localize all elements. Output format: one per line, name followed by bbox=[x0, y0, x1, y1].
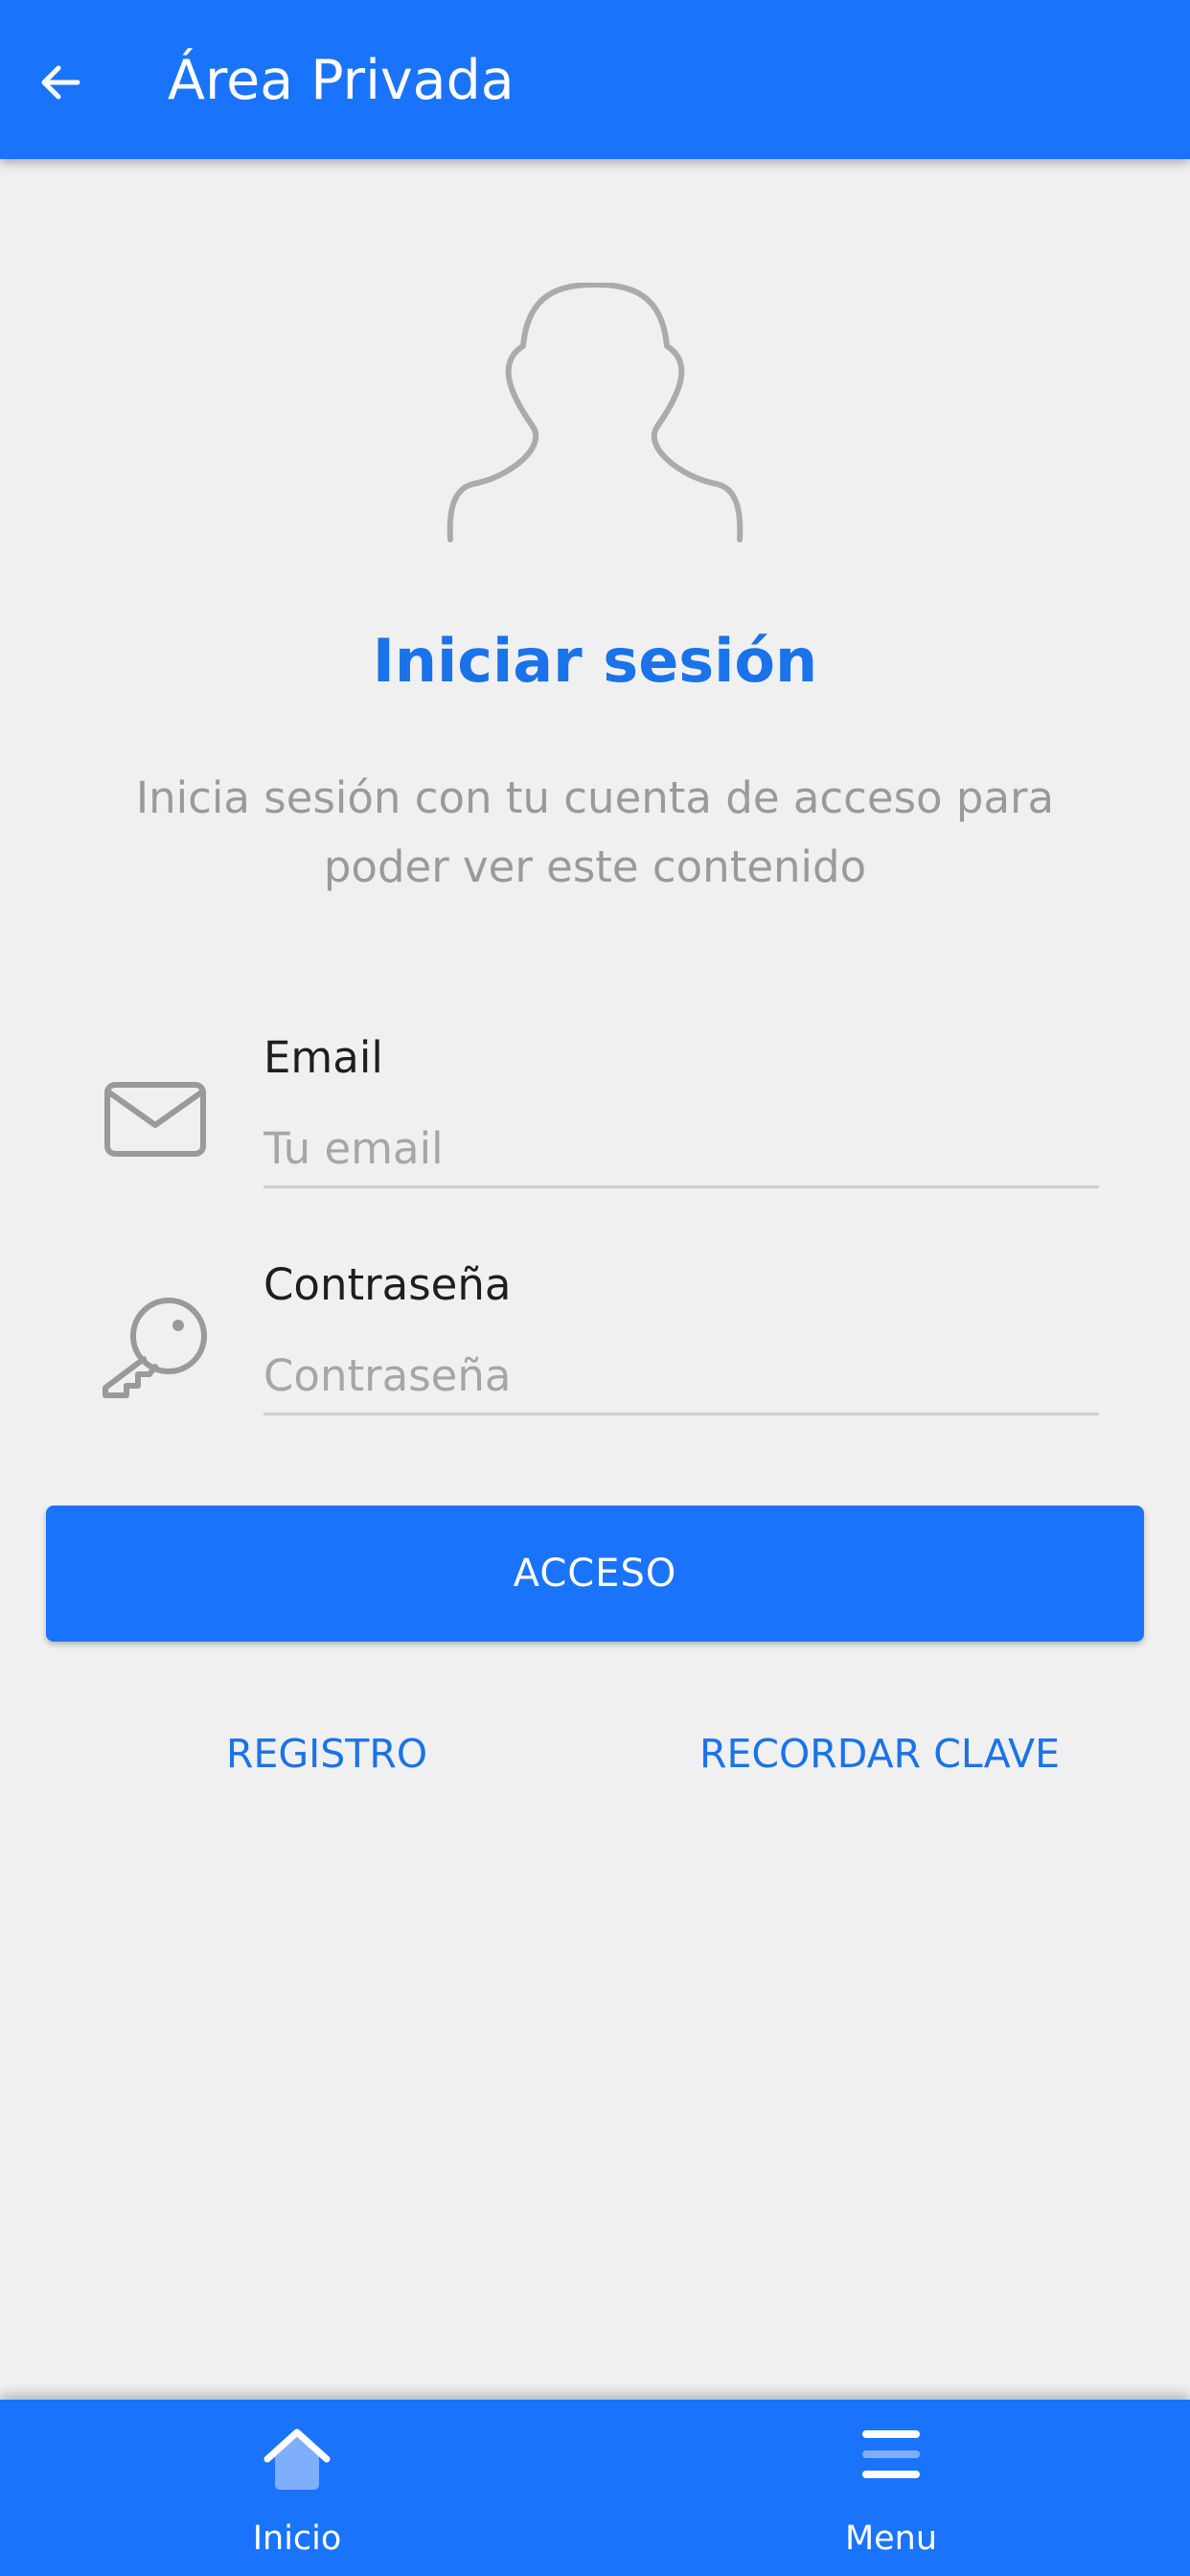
login-button[interactable]: ACCESO bbox=[46, 1506, 1144, 1642]
envelope-icon bbox=[104, 1082, 206, 1157]
nav-label-inicio: Inicio bbox=[252, 2519, 342, 2558]
page-title: Área Privada bbox=[168, 49, 515, 112]
email-input[interactable] bbox=[263, 1112, 1099, 1188]
app-bar: Área Privada bbox=[0, 0, 1190, 159]
login-description: Inicia sesión con tu cuenta de acceso pa… bbox=[135, 772, 1055, 892]
key-icon bbox=[103, 1298, 207, 1398]
home-icon bbox=[263, 2428, 331, 2490]
nav-item-menu[interactable]: Menu bbox=[747, 2400, 1035, 2576]
remember-password-link[interactable]: RECORDAR CLAVE bbox=[699, 1725, 1060, 1782]
nav-item-inicio[interactable]: Inicio bbox=[153, 2400, 441, 2576]
password-input[interactable] bbox=[263, 1339, 1099, 1415]
nav-label-menu: Menu bbox=[844, 2519, 938, 2558]
back-button[interactable] bbox=[19, 41, 102, 124]
bottom-navigation: Inicio Menu bbox=[0, 2400, 1190, 2576]
email-label: Email bbox=[263, 1032, 383, 1083]
menu-icon bbox=[862, 2430, 920, 2478]
user-silhouette-icon bbox=[446, 283, 744, 542]
arrow-left-icon bbox=[41, 65, 80, 100]
register-link[interactable]: REGISTRO bbox=[226, 1725, 427, 1782]
password-label: Contraseña bbox=[263, 1259, 512, 1310]
login-title: Iniciar sesión bbox=[372, 626, 818, 696]
